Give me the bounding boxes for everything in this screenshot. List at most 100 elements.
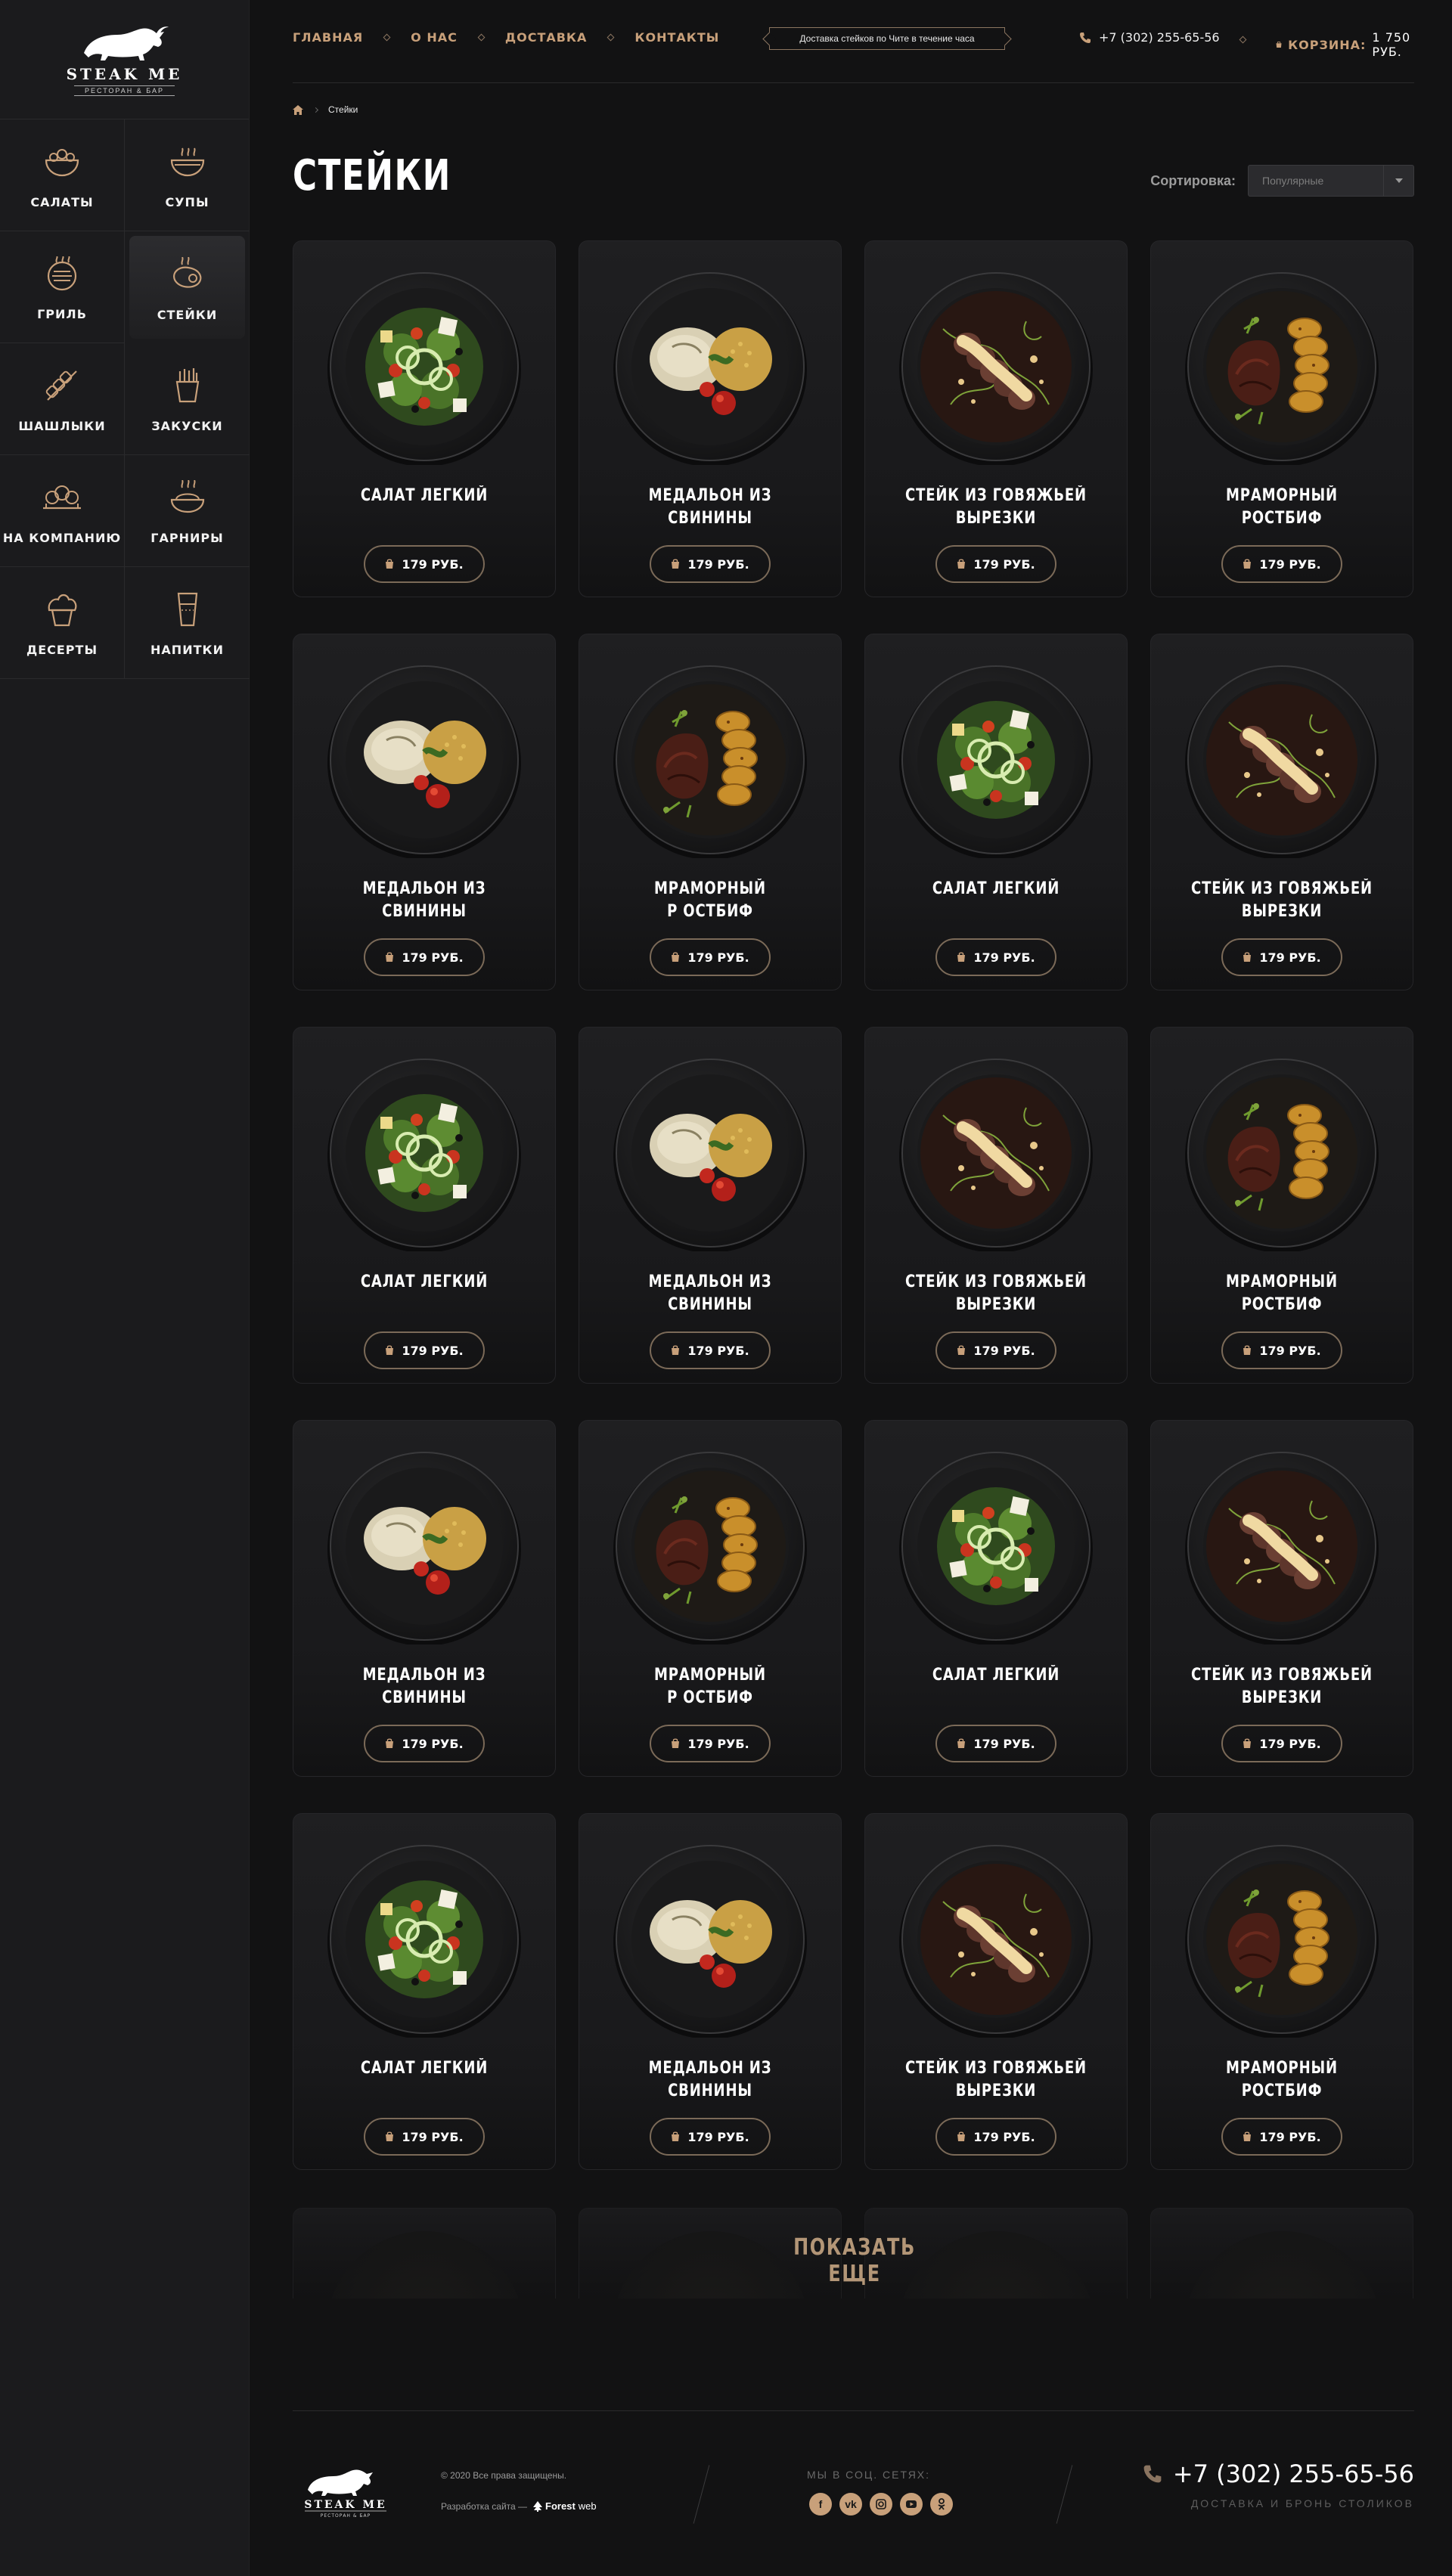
product-name[interactable]: САЛАТ ЛЕГКИЙ: [331, 2057, 517, 2104]
developer-link[interactable]: Forest web: [533, 2500, 597, 2512]
product-name[interactable]: СТЕЙК ИЗ ГОВЯЖЬЕЙ ВЫРЕЗКИ: [1189, 878, 1375, 925]
show-more-button[interactable]: ПОКАЗАТЬ ЕЩЕ: [776, 2234, 933, 2287]
product-card[interactable]: СТЕЙК ИЗ ГОВЯЖЬЕЙ ВЫРЕЗКИ 179 РУБ.: [1150, 634, 1413, 990]
add-to-cart-button[interactable]: 179 РУБ.: [1221, 1331, 1342, 1369]
add-to-cart-button[interactable]: 179 РУБ.: [650, 938, 771, 976]
category-salad-bowl[interactable]: САЛАТЫ: [0, 119, 125, 231]
header-phone[interactable]: +7 (302) 255-65-56: [1079, 30, 1220, 45]
product-image[interactable]: [612, 1448, 808, 1646]
product-name[interactable]: САЛАТ ЛЕГКИЙ: [903, 1664, 1089, 1711]
add-to-cart-button[interactable]: 179 РУБ.: [935, 1331, 1056, 1369]
product-image[interactable]: [898, 1841, 1094, 2039]
add-to-cart-button[interactable]: 179 РУБ.: [650, 545, 771, 583]
product-card[interactable]: МЕДАЛЬОН ИЗ СВИНИНЫ 179 РУБ.: [579, 1027, 842, 1384]
product-image[interactable]: [1184, 1448, 1380, 1646]
product-name[interactable]: САЛАТ ЛЕГКИЙ: [903, 878, 1089, 925]
product-image[interactable]: [612, 662, 808, 860]
product-card[interactable]: МРАМОРНЫЙ РОСТБИФ 179 РУБ.: [1150, 240, 1413, 597]
add-to-cart-button[interactable]: 179 РУБ.: [650, 1725, 771, 1762]
product-image[interactable]: [898, 1055, 1094, 1253]
product-name[interactable]: МРАМОРНЫЙ Р ОСТБИФ: [617, 878, 803, 925]
category-drink-glass[interactable]: НАПИТКИ: [125, 567, 250, 679]
add-to-cart-button[interactable]: 179 РУБ.: [364, 938, 485, 976]
add-to-cart-button[interactable]: 179 РУБ.: [935, 2118, 1056, 2156]
category-steak[interactable]: СТЕЙКИ: [129, 236, 245, 339]
nav-about[interactable]: О НАС: [411, 30, 458, 45]
product-name[interactable]: СТЕЙК ИЗ ГОВЯЖЬЕЙ ВЫРЕЗКИ: [903, 1271, 1089, 1318]
product-card[interactable]: МЕДАЛЬОН ИЗ СВИНИНЫ 179 РУБ.: [579, 240, 842, 597]
product-name[interactable]: СТЕЙК ИЗ ГОВЯЖЬЕЙ ВЫРЕЗКИ: [903, 2057, 1089, 2104]
product-name[interactable]: МЕДАЛЬОН ИЗ СВИНИНЫ: [617, 485, 803, 532]
product-image[interactable]: [1184, 1055, 1380, 1253]
odnoklassniki-icon[interactable]: [930, 2493, 953, 2516]
product-name[interactable]: МРАМОРНЫЙ РОСТБИФ: [1189, 2057, 1375, 2104]
product-card[interactable]: МРАМОРНЫЙ Р ОСТБИФ 179 РУБ.: [579, 634, 842, 990]
product-card[interactable]: МЕДАЛЬОН ИЗ СВИНИНЫ 179 РУБ.: [579, 1813, 842, 2170]
add-to-cart-button[interactable]: 179 РУБ.: [650, 2118, 771, 2156]
product-card[interactable]: САЛАТ ЛЕГКИЙ 179 РУБ.: [864, 1420, 1128, 1777]
add-to-cart-button[interactable]: 179 РУБ.: [1221, 2118, 1342, 2156]
product-image[interactable]: [612, 1841, 808, 2039]
product-image[interactable]: [326, 1841, 523, 2039]
product-image[interactable]: [1184, 662, 1380, 860]
product-name[interactable]: МРАМОРНЫЙ Р ОСТБИФ: [617, 1664, 803, 1711]
product-card[interactable]: САЛАТ ЛЕГКИЙ 179 РУБ.: [293, 240, 556, 597]
category-party-platter[interactable]: НА КОМПАНИЮ: [0, 455, 125, 567]
add-to-cart-button[interactable]: 179 РУБ.: [935, 1725, 1056, 1762]
product-card[interactable]: САЛАТ ЛЕГКИЙ 179 РУБ.: [293, 1813, 556, 2170]
add-to-cart-button[interactable]: 179 РУБ.: [364, 545, 485, 583]
product-name[interactable]: САЛАТ ЛЕГКИЙ: [331, 485, 517, 532]
nav-delivery[interactable]: ДОСТАВКА: [505, 30, 588, 45]
product-name[interactable]: МРАМОРНЫЙ РОСТБИФ: [1189, 485, 1375, 532]
product-image[interactable]: [612, 1055, 808, 1253]
add-to-cart-button[interactable]: 179 РУБ.: [1221, 938, 1342, 976]
category-fries[interactable]: ЗАКУСКИ: [125, 343, 250, 455]
add-to-cart-button[interactable]: 179 РУБ.: [650, 1331, 771, 1369]
product-image[interactable]: [326, 1448, 523, 1646]
home-icon[interactable]: [293, 104, 303, 115]
product-image[interactable]: [898, 268, 1094, 467]
category-grill[interactable]: ГРИЛЬ: [0, 231, 125, 343]
facebook-icon[interactable]: f: [809, 2493, 832, 2516]
product-image[interactable]: [1184, 1841, 1380, 2039]
product-name[interactable]: МЕДАЛЬОН ИЗ СВИНИНЫ: [331, 878, 517, 925]
instagram-icon[interactable]: [870, 2493, 892, 2516]
category-soup-bowl[interactable]: СУПЫ: [125, 119, 250, 231]
nav-contacts[interactable]: КОНТАКТЫ: [634, 30, 719, 45]
product-card[interactable]: СТЕЙК ИЗ ГОВЯЖЬЕЙ ВЫРЕЗКИ 179 РУБ.: [864, 1027, 1128, 1384]
add-to-cart-button[interactable]: 179 РУБ.: [364, 1331, 485, 1369]
product-image[interactable]: [612, 268, 808, 467]
youtube-icon[interactable]: [900, 2493, 923, 2516]
add-to-cart-button[interactable]: 179 РУБ.: [364, 2118, 485, 2156]
product-name[interactable]: САЛАТ ЛЕГКИЙ: [331, 1271, 517, 1318]
cart-button[interactable]: КОРЗИНА: 1 750 РУБ.: [1276, 30, 1414, 59]
product-card[interactable]: МРАМОРНЫЙ РОСТБИФ 179 РУБ.: [1150, 1027, 1413, 1384]
brand-logo[interactable]: STEAK ME РЕСТОРАН & БАР: [67, 23, 183, 96]
add-to-cart-button[interactable]: 179 РУБ.: [935, 938, 1056, 976]
category-skewer[interactable]: ШАШЛЫКИ: [0, 343, 125, 455]
vk-icon[interactable]: vk: [839, 2493, 862, 2516]
product-image[interactable]: [1184, 268, 1380, 467]
product-card[interactable]: САЛАТ ЛЕГКИЙ 179 РУБ.: [864, 634, 1128, 990]
logo-area[interactable]: STEAK ME РЕСТОРАН & БАР: [0, 0, 249, 119]
product-card[interactable]: МРАМОРНЫЙ РОСТБИФ 179 РУБ.: [1150, 1813, 1413, 2170]
product-image[interactable]: [326, 662, 523, 860]
product-card[interactable]: МЕДАЛЬОН ИЗ СВИНИНЫ 179 РУБ.: [293, 634, 556, 990]
add-to-cart-button[interactable]: 179 РУБ.: [1221, 545, 1342, 583]
product-card[interactable]: МЕДАЛЬОН ИЗ СВИНИНЫ 179 РУБ.: [293, 1420, 556, 1777]
product-card[interactable]: СТЕЙК ИЗ ГОВЯЖЬЕЙ ВЫРЕЗКИ 179 РУБ.: [864, 240, 1128, 597]
product-name[interactable]: МЕДАЛЬОН ИЗ СВИНИНЫ: [617, 1271, 803, 1318]
footer-logo[interactable]: STEAK ME РЕСТОРАН & БАР: [293, 2463, 399, 2524]
product-name[interactable]: МЕДАЛЬОН ИЗ СВИНИНЫ: [617, 2057, 803, 2104]
category-side-dish[interactable]: ГАРНИРЫ: [125, 455, 250, 567]
add-to-cart-button[interactable]: 179 РУБ.: [935, 545, 1056, 583]
add-to-cart-button[interactable]: 179 РУБ.: [364, 1725, 485, 1762]
nav-home[interactable]: ГЛАВНАЯ: [293, 30, 363, 45]
product-card[interactable]: САЛАТ ЛЕГКИЙ 179 РУБ.: [293, 1027, 556, 1384]
product-image[interactable]: [326, 268, 523, 467]
product-image[interactable]: [326, 1055, 523, 1253]
product-image[interactable]: [898, 1448, 1094, 1646]
product-name[interactable]: МРАМОРНЫЙ РОСТБИФ: [1189, 1271, 1375, 1318]
footer-phone[interactable]: +7 (302) 255-65-56: [1143, 2460, 1414, 2488]
product-name[interactable]: МЕДАЛЬОН ИЗ СВИНИНЫ: [331, 1664, 517, 1711]
